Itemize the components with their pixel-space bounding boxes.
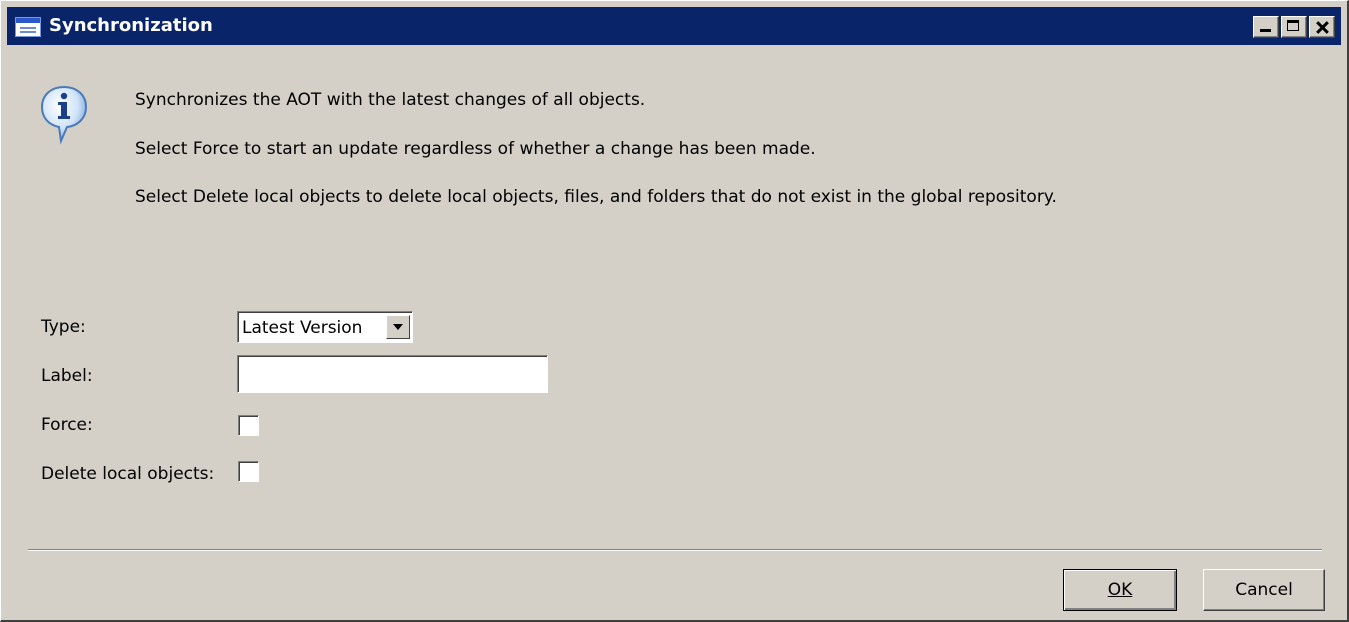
dropdown-arrow-icon[interactable] bbox=[386, 315, 410, 339]
minimize-button[interactable] bbox=[1253, 16, 1279, 38]
info-icon bbox=[40, 85, 88, 145]
label-label: Label: bbox=[41, 366, 93, 386]
window-title: Synchronization bbox=[49, 15, 213, 36]
type-select-value: Latest Version bbox=[242, 318, 363, 338]
delete-local-objects-checkbox[interactable] bbox=[238, 461, 259, 482]
type-label: Type: bbox=[41, 317, 86, 337]
type-select[interactable]: Latest Version bbox=[237, 311, 413, 343]
delete-local-objects-label: Delete local objects: bbox=[41, 464, 215, 484]
ok-button[interactable]: OK bbox=[1063, 569, 1177, 611]
button-separator bbox=[28, 549, 1322, 551]
info-line-2: Select Force to start an update regardle… bbox=[135, 139, 816, 159]
info-line-1: Synchronizes the AOT with the latest cha… bbox=[135, 90, 646, 110]
label-input[interactable] bbox=[237, 355, 548, 393]
title-bar[interactable]: Synchronization bbox=[7, 7, 1341, 45]
cancel-button[interactable]: Cancel bbox=[1203, 569, 1325, 611]
synchronization-dialog: Synchronization Synchronizes the AOT wit… bbox=[0, 0, 1349, 622]
ok-button-label: OK bbox=[1107, 580, 1133, 600]
info-line-3: Select Delete local objects to delete lo… bbox=[135, 187, 1057, 207]
form-window-icon bbox=[15, 17, 41, 37]
maximize-button[interactable] bbox=[1281, 16, 1307, 38]
close-button[interactable] bbox=[1309, 16, 1335, 38]
force-label: Force: bbox=[41, 415, 93, 435]
force-checkbox[interactable] bbox=[238, 415, 259, 436]
